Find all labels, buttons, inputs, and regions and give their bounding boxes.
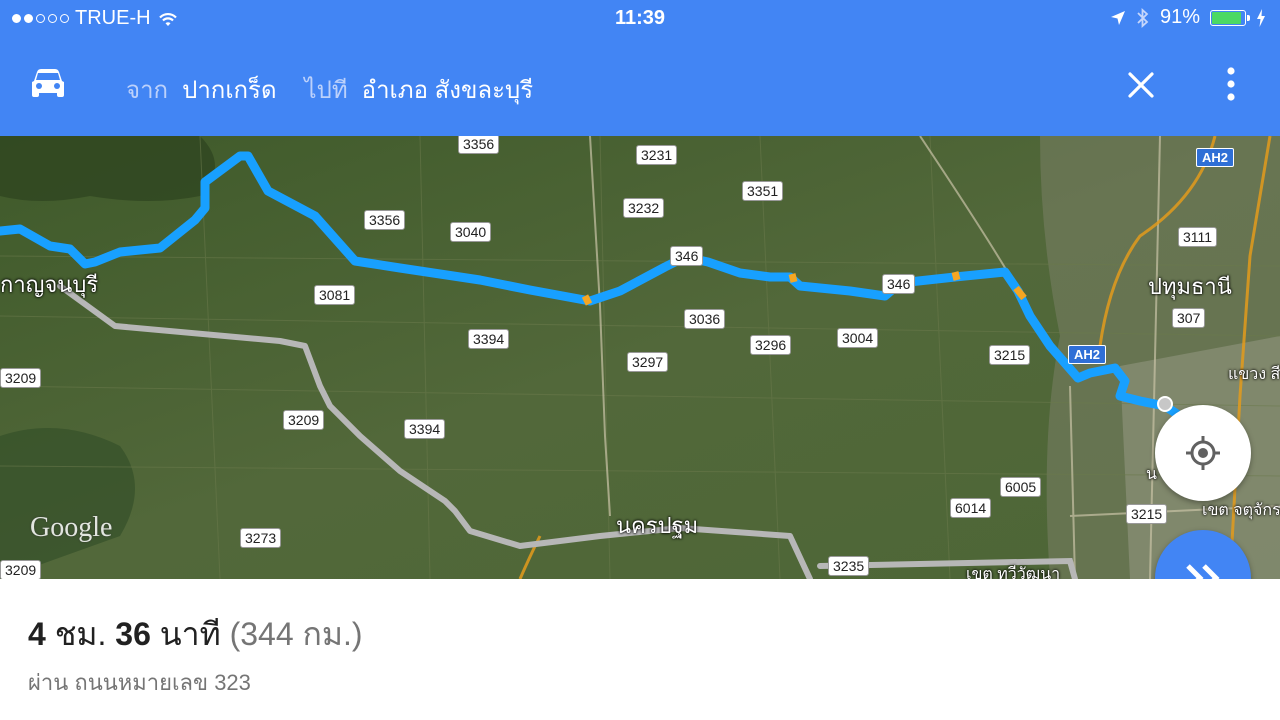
place-label: ปทุมธานี: [1148, 274, 1232, 299]
road-shield: 3209: [283, 410, 325, 430]
road-shield: 3081: [314, 285, 356, 305]
place-label: กาญจนบุรี: [0, 272, 99, 297]
close-icon[interactable]: [1124, 68, 1158, 102]
road-shield: 3040: [450, 222, 492, 242]
road-shield: 3273: [240, 528, 282, 548]
distance: (344 กม.): [229, 616, 363, 652]
location-arrow-icon: [1110, 10, 1125, 25]
road-shield: 3209: [0, 368, 42, 388]
road-shield: 3209: [0, 560, 42, 579]
charging-bolt-icon: [1257, 8, 1265, 27]
directions-header: จาก ปากเกร็ด ไปที อำเภอ สังขละบุรี: [0, 36, 1280, 136]
road-shield: 3351: [742, 181, 784, 201]
route-summary[interactable]: จาก ปากเกร็ด ไปที อำเภอ สังขละบุรี: [126, 70, 533, 109]
my-location-button[interactable]: [1155, 405, 1251, 501]
minutes-unit: นาที: [159, 616, 221, 652]
place-label: น: [1146, 466, 1157, 483]
to-label: ไปที: [304, 77, 348, 104]
battery-icon: [1210, 9, 1250, 26]
road-shield: 6005: [1000, 477, 1042, 497]
road-shield: 3232: [623, 198, 665, 218]
via-road: ผ่าน ถนนหมายเลข 323: [28, 670, 251, 695]
road-shield: 6014: [950, 498, 992, 518]
road-shield: 3296: [750, 335, 792, 355]
road-shield: 3356: [364, 210, 406, 230]
place-label: นครปฐม: [616, 513, 699, 538]
place-label: เขต ทวีวัฒนา: [966, 566, 1061, 579]
destination-value[interactable]: อำเภอ สังขละบุรี: [362, 70, 534, 109]
road-shield: 3036: [684, 309, 726, 329]
road-shield: 307: [1172, 308, 1206, 328]
road-shield: 3111: [1178, 227, 1218, 247]
road-shield: 3004: [837, 328, 879, 348]
highway-label: AH2: [1068, 345, 1107, 364]
travel-time: 4 ชม. 36 นาที (344 กม.): [28, 609, 363, 660]
road-shield: 3215: [1126, 504, 1168, 524]
road-shield: 3394: [468, 329, 510, 349]
minutes-value: 36: [115, 616, 151, 652]
battery-level-fill: [1212, 11, 1242, 24]
hours-value: 4: [28, 616, 46, 652]
road-shield: 3215: [989, 345, 1031, 365]
road-shield: 3231: [636, 145, 678, 165]
status-right: 91%: [1110, 6, 1266, 29]
hours-unit: ชม.: [54, 616, 107, 652]
road-shield: 346: [670, 246, 704, 266]
road-shield: 3394: [404, 419, 446, 439]
map-view[interactable]: 3356 3231 3351 3232 3356 3040 346 346 30…: [0, 136, 1280, 579]
google-logo: Google: [30, 512, 113, 543]
road-shield: 346: [882, 274, 916, 294]
highway-label: AH2: [1196, 148, 1235, 167]
place-label: เขต จตุจักร: [1202, 502, 1280, 519]
crosshair-icon: [1186, 436, 1220, 470]
bluetooth-icon: [1137, 7, 1149, 28]
origin-value[interactable]: ปากเกร็ด: [182, 70, 276, 109]
battery-percent: 91%: [1159, 6, 1200, 28]
status-bar: TRUE-H 11:39 91%: [0, 0, 1280, 36]
route-info-panel[interactable]: 4 ชม. 36 นาที (344 กม.) ผ่าน ถนนหมายเลข …: [0, 579, 1280, 720]
more-vert-icon[interactable]: [1220, 66, 1242, 102]
car-icon[interactable]: [30, 68, 66, 100]
road-shield: 3356: [458, 136, 500, 154]
clock: 11:39: [614, 7, 666, 29]
place-label: แขวง สี: [1228, 366, 1280, 383]
road-shield: 3235: [828, 556, 870, 576]
road-shield: 3297: [627, 352, 669, 372]
from-label: จาก: [126, 77, 169, 104]
